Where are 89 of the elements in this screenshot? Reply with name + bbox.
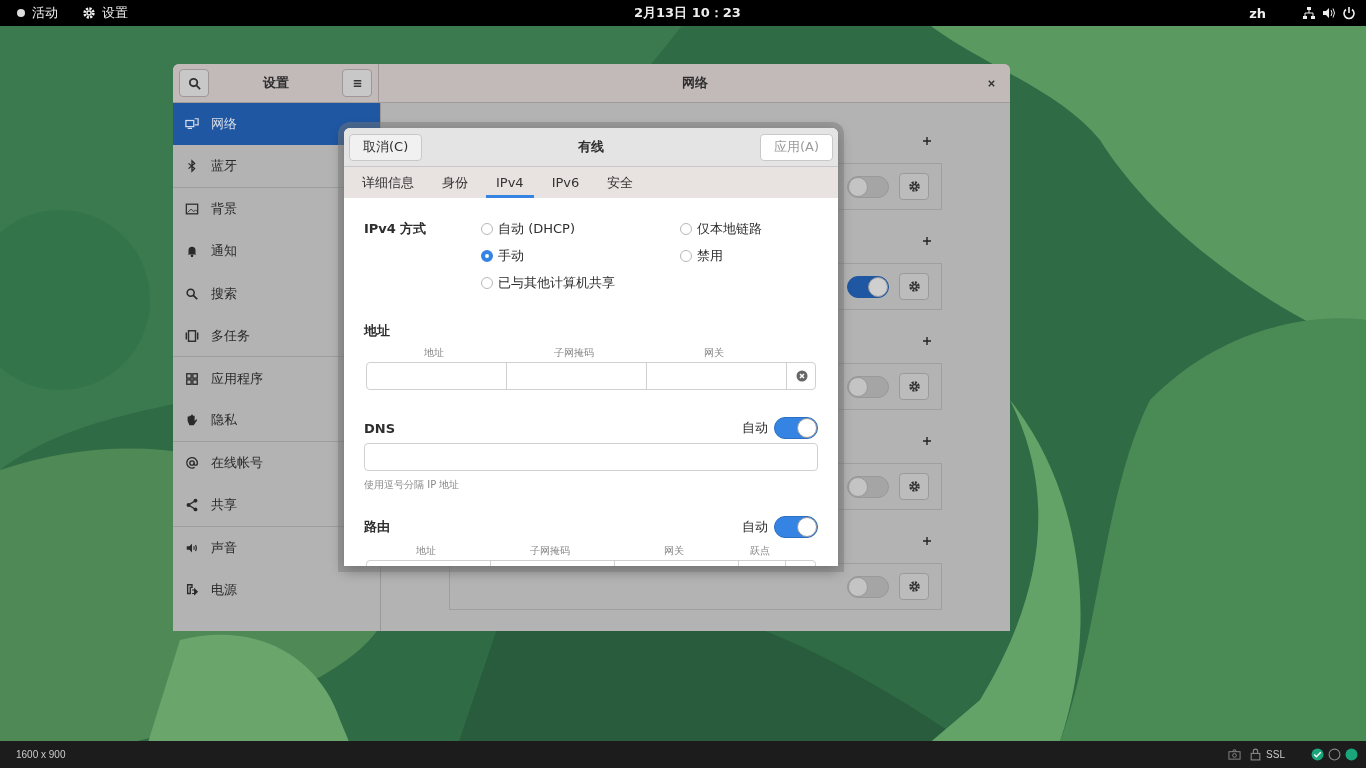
clock[interactable]: 2月13日 10：23 (634, 4, 741, 22)
search-icon (187, 76, 201, 90)
radio-option[interactable]: 仅本地链路 (680, 220, 820, 238)
close-icon (986, 78, 996, 88)
column-header: 网关 (703, 346, 725, 360)
plus-icon (922, 536, 932, 546)
resolution-text: 1600 x 900 (16, 749, 66, 760)
share-icon (185, 498, 199, 513)
cancel-button[interactable]: 取消(C) (349, 133, 423, 161)
radio-option[interactable]: 禁用 (680, 247, 820, 265)
dot-icon (16, 8, 26, 18)
radio-label: 手动 (498, 247, 524, 265)
power-icon[interactable] (1342, 6, 1356, 20)
camera-icon[interactable] (1228, 748, 1242, 761)
gear-icon (907, 180, 921, 193)
plus-icon (922, 236, 932, 246)
add-button[interactable] (920, 434, 934, 448)
column-header: 地址 (423, 346, 445, 360)
tab[interactable]: 安全 (597, 167, 644, 198)
volume-icon[interactable] (1322, 6, 1336, 20)
radio-label: 已与其他计算机共享 (498, 274, 615, 292)
plug-icon (185, 583, 199, 598)
radio-circle[interactable] (481, 250, 493, 262)
sidebar-title: 设置 (262, 74, 289, 92)
circle-icon (1345, 748, 1358, 761)
dns-field[interactable] (364, 443, 818, 471)
plus-icon (922, 136, 932, 146)
plus-icon (922, 436, 932, 446)
auto-label: 自动 (742, 419, 768, 437)
radio-label: 仅本地链路 (697, 220, 762, 238)
at-icon (185, 456, 199, 471)
input-method-indicator[interactable]: zh (1249, 5, 1266, 21)
column-header: 网关 (663, 544, 685, 558)
plus-icon (922, 336, 932, 346)
method-label: IPv4 方式 (364, 220, 428, 238)
radio-option[interactable]: 手动 (481, 247, 680, 265)
tab[interactable]: IPv4 (486, 167, 534, 198)
check-icon (1311, 748, 1324, 761)
toggle-switch[interactable] (847, 275, 889, 298)
window-title: 网络 (681, 74, 708, 92)
ssl-label: SSL (1266, 749, 1285, 760)
toggle-switch[interactable] (847, 375, 889, 398)
hand-icon (185, 413, 199, 428)
image-icon (185, 201, 199, 216)
column-header: 地址 (415, 544, 437, 558)
dialog-title: 有线 (578, 138, 605, 156)
add-button[interactable] (920, 534, 934, 548)
settings-button[interactable] (899, 573, 929, 600)
gear-icon (907, 480, 921, 493)
tab[interactable]: 身份 (432, 167, 478, 198)
add-button[interactable] (920, 134, 934, 148)
lock-icon (1249, 748, 1263, 761)
add-button[interactable] (920, 334, 934, 348)
radio-option[interactable]: 已与其他计算机共享 (481, 274, 680, 292)
sidebar-item[interactable]: 电源 (173, 569, 380, 612)
network-icon[interactable] (1302, 6, 1316, 20)
column-header: 子网掩码 (553, 346, 595, 360)
radio-label: 自动 (DHCP) (498, 220, 575, 238)
circle-icon (1328, 748, 1341, 761)
windows-icon (185, 328, 199, 343)
toggle-switch[interactable] (847, 475, 889, 498)
toggle-switch[interactable] (774, 417, 818, 439)
settings-icon (82, 6, 96, 20)
grid-icon (185, 371, 199, 386)
clear-icon (796, 370, 808, 382)
monitor-icon (185, 117, 199, 132)
bell-icon (185, 244, 199, 259)
gear-icon (907, 380, 921, 393)
column-header: 子网掩码 (529, 544, 571, 558)
tab[interactable]: IPv6 (541, 167, 590, 198)
activities-button[interactable]: 活动 (16, 4, 58, 22)
app-menu-button[interactable]: 设置 (82, 4, 128, 22)
radio-label: 禁用 (697, 247, 723, 265)
column-header: 跃点 (748, 544, 771, 558)
radio-option[interactable]: 自动 (DHCP) (481, 220, 680, 238)
search-button[interactable] (179, 69, 209, 97)
toggle-switch[interactable] (774, 516, 818, 538)
menu-button[interactable] (342, 69, 372, 97)
toggle-switch[interactable] (847, 175, 889, 198)
toggle-switch[interactable] (847, 575, 889, 598)
settings-button[interactable] (899, 273, 929, 300)
auto-label: 自动 (742, 518, 768, 536)
settings-button[interactable] (899, 473, 929, 500)
add-button[interactable] (920, 234, 934, 248)
settings-button[interactable] (899, 373, 929, 400)
gear-icon (907, 280, 921, 293)
search-icon (185, 286, 199, 301)
settings-button[interactable] (899, 173, 929, 200)
gear-icon (907, 580, 921, 593)
